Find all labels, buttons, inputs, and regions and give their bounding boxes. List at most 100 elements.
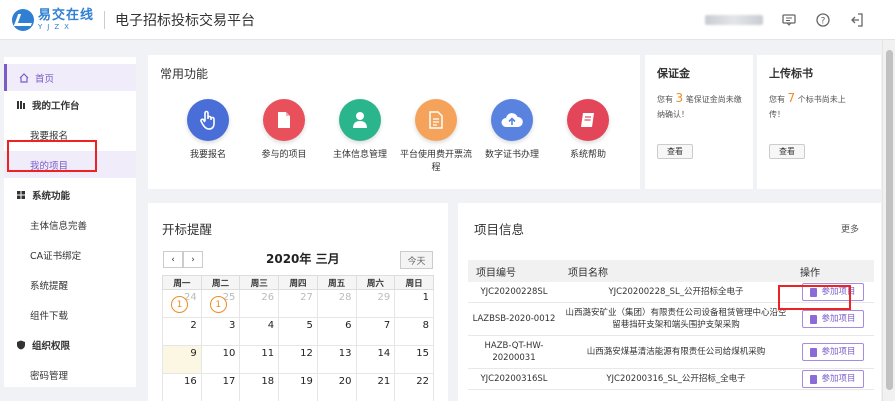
calendar-day[interactable]: 29 (355, 289, 396, 318)
project-info-panel: 项目信息 更多 项目编号 项目名称 操作 YJC20200228SL YJC202… (458, 203, 881, 401)
logout-icon[interactable] (849, 12, 865, 28)
weekday-header: 周一 (162, 275, 202, 290)
calendar-day[interactable]: 9 (162, 345, 202, 374)
calendar-day[interactable]: 22 (394, 373, 434, 401)
user-icon (339, 99, 381, 141)
quick-item-label: 数字证书办理 (484, 150, 539, 160)
sidebar-item-label: CA证书绑定 (30, 250, 82, 262)
sidebar-item-password[interactable]: 密码管理 (4, 361, 136, 388)
logo[interactable]: 易交在线 YJZX (12, 7, 95, 31)
calendar-day[interactable]: 28 (316, 289, 357, 318)
calendar-day[interactable]: 24 1 (162, 289, 202, 318)
join-project-button[interactable]: 参加项目 (802, 370, 864, 388)
scroll-thumb[interactable] (886, 50, 893, 390)
quick-item-label: 平台使用费开票流程 (399, 150, 472, 173)
join-project-button[interactable]: 参加项目 (802, 283, 864, 301)
sidebar-item-label: 密码管理 (30, 370, 69, 382)
page-scrollbar[interactable] (882, 40, 895, 401)
project-code: LAZBSB-2020-0012 (468, 302, 560, 336)
calendar-day[interactable]: 13 (316, 345, 357, 374)
sidebar: 首页 我的工作台 我要报名 我的项目 系统功能 主体信息完善 CA证书绑定 系统… (4, 57, 136, 387)
calendar-day[interactable]: 20 (316, 373, 357, 401)
user-name-blurred[interactable] (705, 15, 763, 25)
calendar-day[interactable]: 14 (355, 345, 396, 374)
document-icon (263, 99, 305, 141)
day-number: 5 (306, 320, 313, 331)
sidebar-item-component-download[interactable]: 组件下载 (4, 301, 136, 328)
calendar-day[interactable]: 11 (239, 345, 280, 374)
day-number: 8 (422, 320, 429, 331)
calendar-day[interactable]: 7 (355, 317, 396, 346)
calendar-next-button[interactable]: › (183, 251, 203, 268)
calendar-day[interactable]: 5 (278, 317, 318, 346)
sidebar-item-entity-info[interactable]: 主体信息完善 (4, 211, 136, 238)
sidebar-section-permissions[interactable]: 组织权限 (4, 331, 136, 358)
day-number: 2 (190, 320, 197, 331)
deposit-title: 保证金 (657, 67, 690, 80)
quick-item-certificate[interactable]: 数字证书办理 (474, 99, 550, 175)
workbench-icon (17, 100, 25, 109)
calendar-day[interactable]: 15 (394, 345, 434, 374)
document-icon (810, 347, 818, 357)
day-number: 15 (416, 348, 429, 359)
calendar-prev-button[interactable]: ‹ (163, 251, 183, 268)
invoice-icon (415, 99, 457, 141)
quick-item-register[interactable]: 我要报名 (170, 99, 246, 175)
calendar-day[interactable]: 1 (394, 289, 434, 318)
deposit-view-button[interactable]: 查看 (657, 144, 693, 159)
calendar-day[interactable]: 12 (278, 345, 318, 374)
quick-item-invoice[interactable]: 平台使用费开票流程 (398, 99, 474, 175)
calendar-day[interactable]: 4 (239, 317, 280, 346)
quick-item-help[interactable]: 系统帮助 (550, 99, 626, 175)
quick-item-label: 系统帮助 (569, 150, 606, 160)
sidebar-item-label: 组件下载 (30, 310, 69, 322)
quick-item-my-projects[interactable]: 参与的项目 (246, 99, 322, 175)
sidebar-item-home[interactable]: 首页 (4, 64, 136, 91)
system-icon (17, 190, 25, 199)
sidebar-section-system[interactable]: 系统功能 (4, 181, 136, 208)
message-icon[interactable] (781, 12, 797, 28)
day-number: 16 (183, 376, 197, 387)
deposit-count: 3 (675, 91, 684, 105)
day-number: 9 (190, 348, 197, 359)
calendar-day[interactable]: 25 1 (200, 289, 241, 318)
calendar-today-button[interactable]: 今天 (400, 251, 433, 269)
calendar-day[interactable]: 6 (316, 317, 357, 346)
calendar-day[interactable]: 19 (278, 373, 318, 401)
calendar-day[interactable]: 17 (200, 373, 241, 401)
bid-count-badge[interactable]: 1 (209, 296, 227, 313)
quick-item-label: 参与的项目 (261, 150, 307, 160)
calendar-day[interactable]: 16 (162, 373, 202, 401)
sidebar-item-register[interactable]: 我要报名 (4, 121, 136, 148)
calendar-day[interactable]: 27 (278, 289, 318, 318)
sidebar-item-my-projects[interactable]: 我的项目 (4, 151, 136, 178)
sidebar-item-system-reminder[interactable]: 系统提醒 (4, 271, 136, 298)
day-number: 22 (416, 376, 429, 387)
quick-functions-panel: 常用功能 我要报名 参与的项目 主体信息管理 平台使用费开票流程 数字证书办理 … (148, 55, 640, 189)
calendar-day[interactable]: 21 (355, 373, 396, 401)
sidebar-item-ca-binding[interactable]: CA证书绑定 (4, 241, 136, 268)
logo-name: 易交在线 (38, 7, 95, 23)
calendar-day[interactable]: 2 (162, 317, 202, 346)
logo-mark-icon (12, 8, 34, 31)
quick-item-entity-info[interactable]: 主体信息管理 (322, 99, 398, 175)
table-row: HAZB-QT-HW-20200031 山西潞安煤基清洁能源有限责任公司给煤机采购… (468, 335, 874, 369)
help-icon[interactable]: ? (815, 12, 831, 28)
upload-bid-view-button[interactable]: 查看 (769, 144, 805, 159)
join-project-button[interactable]: 参加项目 (802, 343, 864, 361)
sidebar-item-label: 首页 (35, 73, 55, 85)
more-link[interactable]: 更多 (841, 222, 859, 235)
svg-text:?: ? (821, 17, 826, 27)
calendar-day[interactable]: 10 (200, 345, 241, 374)
sidebar-section-workbench[interactable]: 我的工作台 (4, 91, 136, 118)
bid-count-badge[interactable]: 1 (171, 296, 188, 313)
calendar-day[interactable]: 18 (239, 373, 280, 401)
day-number: 21 (377, 376, 391, 387)
join-project-button[interactable]: 参加项目 (802, 310, 864, 328)
calendar-day[interactable]: 8 (394, 317, 434, 346)
calendar-day[interactable]: 26 (239, 289, 280, 318)
day-number: 10 (222, 348, 236, 359)
calendar-day[interactable]: 3 (200, 317, 241, 346)
header-divider (104, 10, 106, 29)
deposit-card: 保证金 您有 3 笔保证金尚未缴纳确认！ 查看 (645, 55, 753, 189)
